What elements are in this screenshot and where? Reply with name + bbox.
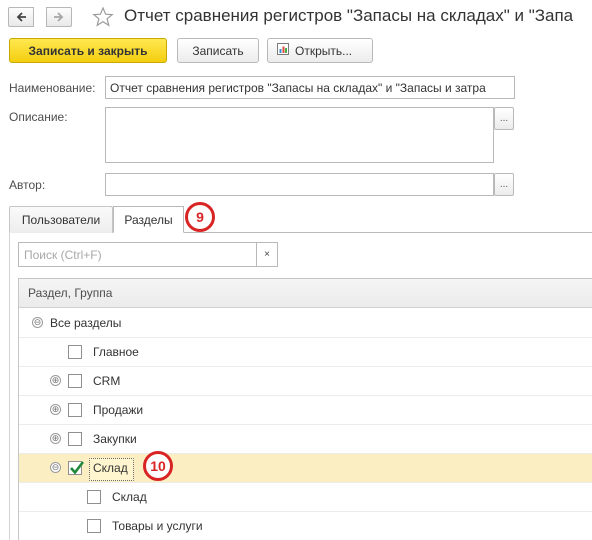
table-row[interactable]: ⊕ CRM [19,367,592,396]
row-checkbox[interactable] [87,519,101,533]
table-row[interactable]: ⊕ Закупки [19,425,592,454]
row-checkbox[interactable] [68,345,82,359]
row-label: Закупки [93,432,137,446]
author-field[interactable] [105,173,494,196]
row-label: Склад [93,461,128,475]
table-row[interactable]: ⊕ Продажи [19,396,592,425]
row-checkbox[interactable] [68,403,82,417]
author-select-button[interactable]: ... [494,173,514,196]
forward-button[interactable] [46,7,72,27]
row-label: Все разделы [50,316,122,330]
table-row[interactable]: Главное [19,338,592,367]
tab-users[interactable]: Пользователи [9,206,113,233]
row-label: CRM [93,374,121,388]
callout-9: 9 [185,202,215,232]
row-checkbox-checked[interactable] [68,461,85,475]
back-button[interactable] [8,7,34,27]
favorite-star-icon[interactable] [92,6,114,31]
sections-grid: Раздел, Группа ⊖ Все разделы Главное ⊕ C… [18,278,592,540]
open-button[interactable]: Открыть... [267,38,373,63]
clear-search-button[interactable]: × [257,242,278,267]
open-button-label: Открыть... [295,43,353,58]
expand-icon[interactable]: ⊕ [50,375,61,386]
search-input[interactable]: Поиск (Ctrl+F) [18,242,257,267]
name-label: Наименование: [9,81,96,95]
column-header[interactable]: Раздел, Группа [19,279,592,308]
arrow-left-icon [16,12,26,22]
report-icon [276,42,290,59]
description-label: Описание: [9,110,68,124]
window-title: Отчет сравнения регистров "Запасы на скл… [124,6,574,25]
checkmark-icon [70,461,85,475]
row-checkbox[interactable] [68,374,82,388]
table-row-selected[interactable]: ⊖ Склад [19,454,592,483]
row-label: Товары и услуги [112,519,203,533]
arrow-right-icon [54,12,64,22]
title-bar: Отчет сравнения регистров "Запасы на скл… [0,0,592,34]
row-checkbox[interactable] [68,432,82,446]
row-label: Склад [112,490,147,504]
expand-icon[interactable]: ⊕ [50,433,61,444]
row-checkbox[interactable] [87,490,101,504]
callout-10: 10 [143,451,173,481]
row-label: Продажи [93,403,144,417]
description-field[interactable] [105,107,494,163]
collapse-icon[interactable]: ⊖ [50,462,61,473]
table-row[interactable]: Склад [19,483,592,512]
table-row[interactable]: Товары и услуги [19,512,592,540]
table-row[interactable]: ⊖ Все разделы [19,309,592,338]
row-label: Главное [93,345,139,359]
save-button[interactable]: Записать [177,38,259,63]
description-select-button[interactable]: ... [494,107,514,130]
collapse-icon[interactable]: ⊖ [32,317,43,328]
author-label: Автор: [9,178,46,192]
save-and-close-button[interactable]: Записать и закрыть [9,38,167,63]
tab-sections[interactable]: Разделы [113,206,184,233]
expand-icon[interactable]: ⊕ [50,404,61,415]
name-field[interactable]: Отчет сравнения регистров "Запасы на скл… [105,76,515,99]
